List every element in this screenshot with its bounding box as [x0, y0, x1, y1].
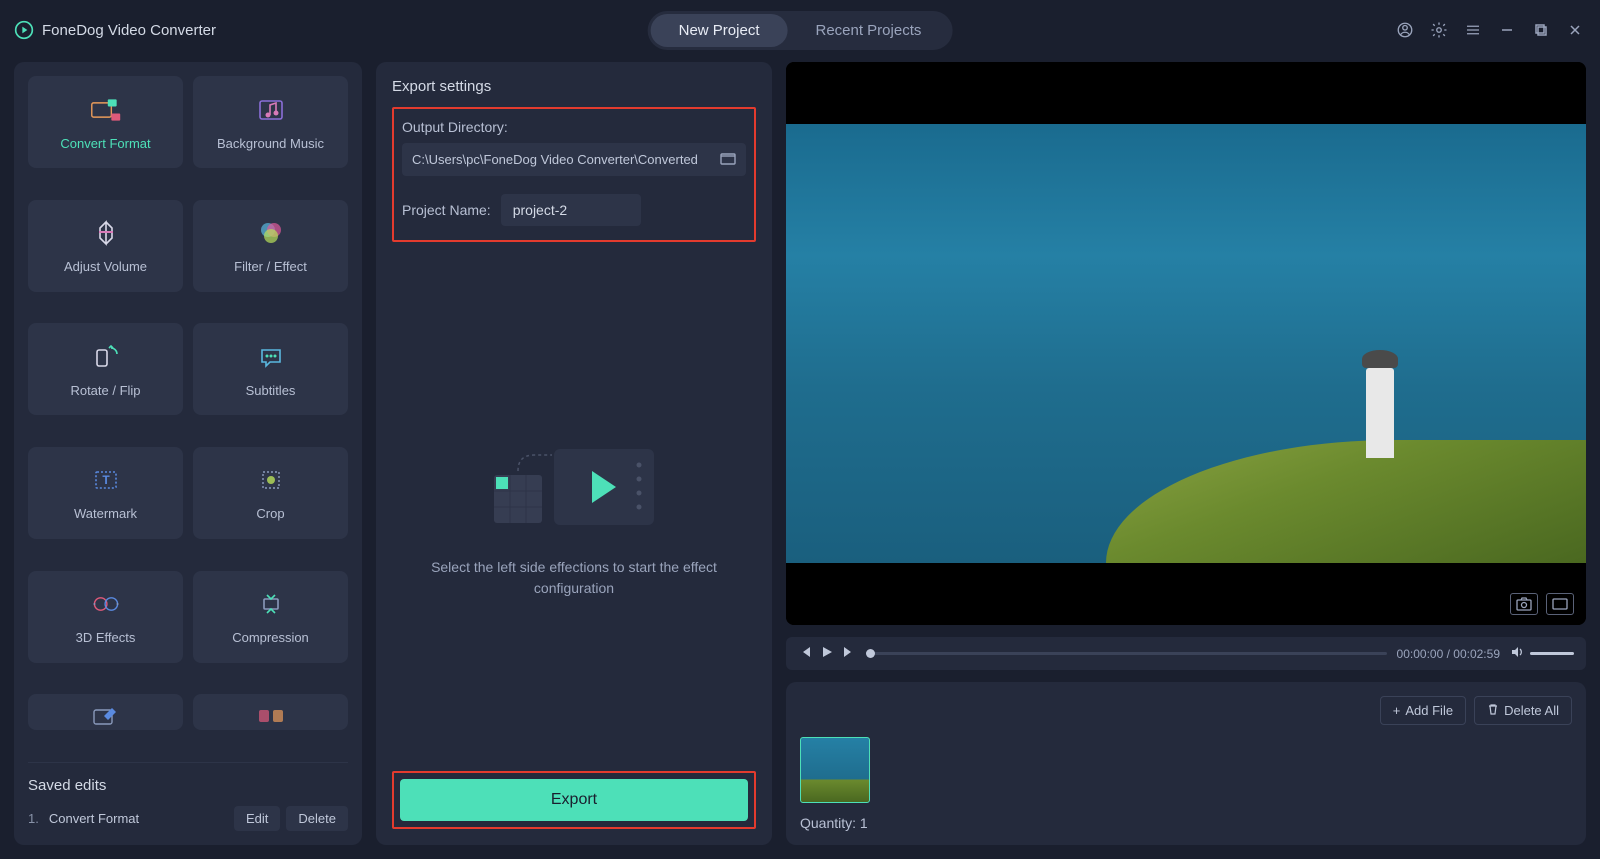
export-panel: Export settings Output Directory: C:\Use…	[376, 62, 772, 845]
filter-effect-icon	[255, 217, 287, 249]
tool-label: Watermark	[74, 506, 137, 521]
compression-icon	[255, 588, 287, 620]
trash-icon	[1487, 703, 1499, 718]
preview-image	[786, 124, 1586, 563]
app-logo: FoneDog Video Converter	[14, 20, 216, 40]
titlebar: FoneDog Video Converter New Project Rece…	[14, 10, 1586, 50]
player-controls: 00:00:00 / 00:02:59	[786, 637, 1586, 670]
minimize-button[interactable]	[1496, 19, 1518, 41]
tool-adjust-volume[interactable]: Adjust Volume	[28, 200, 183, 292]
tool-label: Subtitles	[246, 383, 296, 398]
edit-icon	[90, 700, 122, 730]
prev-button[interactable]	[798, 645, 812, 662]
file-thumbnail[interactable]	[800, 737, 870, 803]
tool-label: Rotate / Flip	[70, 383, 140, 398]
watermark-icon: T	[90, 464, 122, 496]
saved-edits-title: Saved edits	[28, 777, 348, 794]
svg-text:T: T	[102, 473, 110, 487]
tab-recent-projects[interactable]: Recent Projects	[787, 14, 949, 47]
snapshot-icon[interactable]	[1510, 593, 1538, 615]
saved-edit-name: Convert Format	[49, 811, 139, 826]
output-directory-input[interactable]: C:\Users\pc\FoneDog Video Converter\Conv…	[402, 143, 746, 176]
adjust-volume-icon	[90, 217, 122, 249]
tool-convert-format[interactable]: Convert Format	[28, 76, 183, 168]
project-name-input[interactable]	[501, 194, 641, 226]
rotate-flip-icon	[90, 341, 122, 373]
tool-label: Crop	[256, 506, 284, 521]
saved-edit-index: 1.	[28, 811, 39, 826]
quantity-label: Quantity: 1	[800, 815, 1572, 831]
export-settings-title: Export settings	[392, 78, 756, 95]
fullscreen-icon[interactable]	[1546, 593, 1574, 615]
tool-compression[interactable]: Compression	[193, 571, 348, 663]
file-panel: +Add File Delete All Quantity: 1	[786, 682, 1586, 845]
settings-icon[interactable]	[1428, 19, 1450, 41]
empty-state: Select the left side effections to start…	[392, 256, 756, 771]
tool-background-music[interactable]: Background Music	[193, 76, 348, 168]
plus-icon: +	[1393, 703, 1401, 718]
tab-new-project[interactable]: New Project	[651, 14, 788, 47]
split-icon	[255, 700, 287, 730]
add-file-button[interactable]: +Add File	[1380, 696, 1466, 725]
export-button-highlight: Export	[392, 771, 756, 829]
empty-state-text: Select the left side effections to start…	[424, 557, 724, 599]
saved-edit-row: 1. Convert Format Edit Delete	[28, 806, 348, 831]
tool-label: Convert Format	[60, 136, 150, 151]
next-button[interactable]	[842, 645, 856, 662]
convert-format-icon	[90, 94, 122, 126]
main-tabs: New Project Recent Projects	[648, 11, 953, 50]
progress-bar[interactable]	[866, 652, 1387, 655]
delete-button[interactable]: Delete	[286, 806, 348, 831]
close-button[interactable]	[1564, 19, 1586, 41]
tool-label: Background Music	[217, 136, 324, 151]
export-settings-highlight: Output Directory: C:\Users\pc\FoneDog Vi…	[392, 107, 756, 242]
video-frame[interactable]	[786, 62, 1586, 625]
export-button[interactable]: Export	[400, 779, 748, 821]
tool-partial-2[interactable]	[193, 694, 348, 730]
edit-button[interactable]: Edit	[234, 806, 280, 831]
preview-panel: 00:00:00 / 00:02:59 +Add File Delete All…	[786, 62, 1586, 845]
tool-partial-1[interactable]	[28, 694, 183, 730]
video-preview	[786, 62, 1586, 625]
tool-subtitles[interactable]: Subtitles	[193, 323, 348, 415]
app-title: FoneDog Video Converter	[42, 22, 216, 39]
maximize-button[interactable]	[1530, 19, 1552, 41]
three-d-icon	[90, 588, 122, 620]
timecode: 00:00:00 / 00:02:59	[1397, 647, 1500, 661]
crop-icon	[255, 464, 287, 496]
tool-label: Filter / Effect	[234, 259, 307, 274]
output-directory-path: C:\Users\pc\FoneDog Video Converter\Conv…	[412, 152, 720, 167]
background-music-icon	[255, 94, 287, 126]
delete-all-button[interactable]: Delete All	[1474, 696, 1572, 725]
logo-icon	[14, 20, 34, 40]
tool-label: Compression	[232, 630, 309, 645]
menu-icon[interactable]	[1462, 19, 1484, 41]
tools-panel: Convert Format Background Music Adjust V…	[14, 62, 362, 845]
tool-filter-effect[interactable]: Filter / Effect	[193, 200, 348, 292]
tool-3d-effects[interactable]: 3D Effects	[28, 571, 183, 663]
saved-edits-section: Saved edits 1. Convert Format Edit Delet…	[28, 762, 348, 831]
output-directory-label: Output Directory:	[402, 119, 746, 135]
tool-label: Adjust Volume	[64, 259, 147, 274]
tool-rotate-flip[interactable]: Rotate / Flip	[28, 323, 183, 415]
volume-icon[interactable]	[1510, 645, 1524, 662]
tool-crop[interactable]: Crop	[193, 447, 348, 539]
tool-label: 3D Effects	[76, 630, 136, 645]
volume-slider[interactable]	[1530, 652, 1574, 655]
tool-watermark[interactable]: T Watermark	[28, 447, 183, 539]
play-button[interactable]	[820, 645, 834, 662]
subtitles-icon	[255, 341, 287, 373]
browse-folder-icon[interactable]	[720, 151, 736, 168]
empty-state-illustration	[484, 429, 664, 539]
account-icon[interactable]	[1394, 19, 1416, 41]
project-name-label: Project Name:	[402, 202, 491, 218]
